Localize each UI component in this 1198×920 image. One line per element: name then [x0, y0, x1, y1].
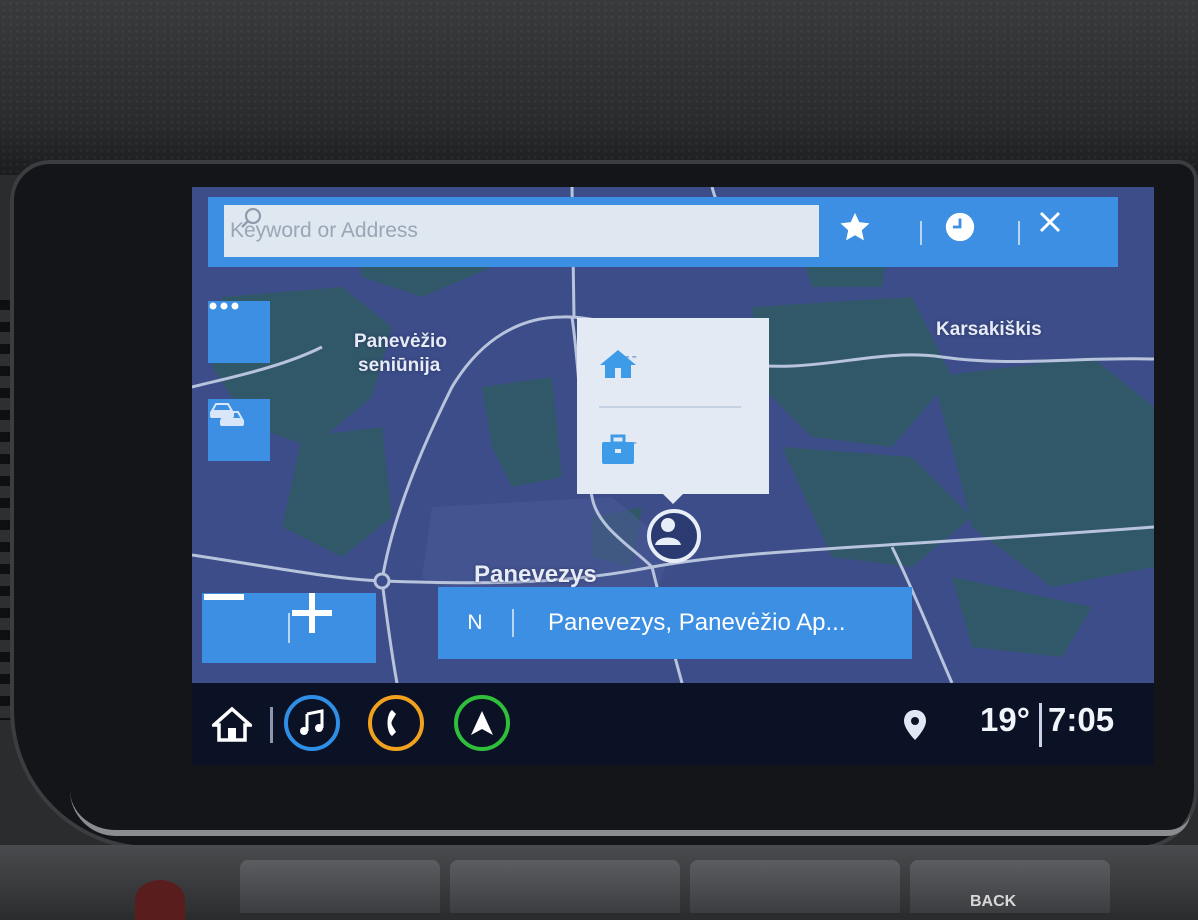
home-row[interactable]: --- [599, 348, 639, 378]
minus-icon [204, 594, 244, 600]
saved-places-popup: --- --- [577, 318, 769, 504]
location-pin-icon [904, 710, 926, 740]
recent-button[interactable] [943, 210, 993, 254]
dashboard-texture [0, 0, 1198, 175]
map-label-panevezio: Panevėžio [354, 331, 447, 352]
location-bar-divider [512, 609, 514, 637]
navigation-button[interactable] [454, 695, 510, 751]
home-screen-button[interactable] [210, 699, 254, 749]
hw-home-button[interactable] [240, 860, 440, 913]
house-icon [212, 706, 252, 742]
bezel-chrome-trim [70, 790, 1190, 836]
map-label-karsakiskis: Karsakiškis [936, 319, 1042, 340]
navigation-ring [454, 695, 510, 751]
popup-pointer [663, 494, 683, 504]
traffic-button[interactable] [208, 399, 270, 461]
hw-right-button[interactable] [690, 860, 900, 913]
temperature: 19° [980, 701, 1030, 738]
audio-button[interactable] [284, 695, 340, 751]
status-divider [1039, 703, 1042, 747]
traffic-cars-icon [210, 403, 244, 426]
music-note-icon [300, 709, 324, 735]
zoom-out-button[interactable] [204, 593, 284, 663]
more-options-button[interactable] [208, 301, 270, 363]
current-location-marker[interactable] [647, 509, 701, 563]
briefcase-icon [602, 434, 634, 464]
home-icon [600, 350, 636, 378]
zoom-divider [288, 613, 290, 643]
infotainment-screen: Panevėžio seniūnija Karsakiškis Panevezy… [192, 187, 1154, 765]
phone-button[interactable] [368, 695, 424, 751]
zoom-controls [202, 593, 376, 663]
work-row[interactable]: --- [599, 434, 639, 464]
star-icon [840, 212, 870, 241]
map-label-seniunija: seniūnija [358, 355, 441, 376]
plus-icon [292, 593, 332, 633]
audio-ring [284, 695, 340, 751]
compass-heading[interactable]: N [438, 611, 512, 635]
clock[interactable]: 7:05 [1048, 701, 1114, 739]
phone-icon [387, 710, 396, 736]
search-input[interactable]: Keyword or Address [224, 205, 819, 257]
search-toolbar: Keyword or Address [208, 197, 1118, 267]
toolbar-divider [1018, 221, 1020, 245]
search-icon [241, 207, 262, 228]
favorites-button[interactable] [838, 210, 888, 254]
hazard-button[interactable] [135, 880, 185, 920]
navigation-arrow-icon [471, 711, 493, 735]
toolbar-divider [920, 221, 922, 245]
hw-center-button[interactable] [450, 860, 680, 913]
roundabout-marker [373, 572, 391, 590]
hw-back-label: BACK [970, 893, 1017, 910]
location-bar[interactable]: N Panevezys, Panevėžio Ap... [438, 587, 912, 659]
popup-divider [599, 406, 741, 408]
map-label-panevezys: Panevezys [474, 561, 597, 588]
more-dots-icon [209, 302, 239, 310]
status-bar: 19° 7:05 [192, 683, 1154, 765]
location-pin-button[interactable] [900, 707, 930, 743]
close-icon [1039, 211, 1061, 233]
user-avatar-icon [655, 518, 681, 545]
map-view[interactable]: Panevėžio seniūnija Karsakiškis Panevezy… [192, 187, 1154, 683]
dashboard-top [0, 0, 1198, 175]
close-button[interactable] [1038, 210, 1088, 254]
clock-icon [945, 212, 975, 242]
zoom-in-button[interactable] [292, 593, 372, 663]
status-divider [270, 707, 273, 743]
current-address: Panevezys, Panevėžio Ap... [548, 609, 846, 636]
phone-ring [368, 695, 424, 751]
